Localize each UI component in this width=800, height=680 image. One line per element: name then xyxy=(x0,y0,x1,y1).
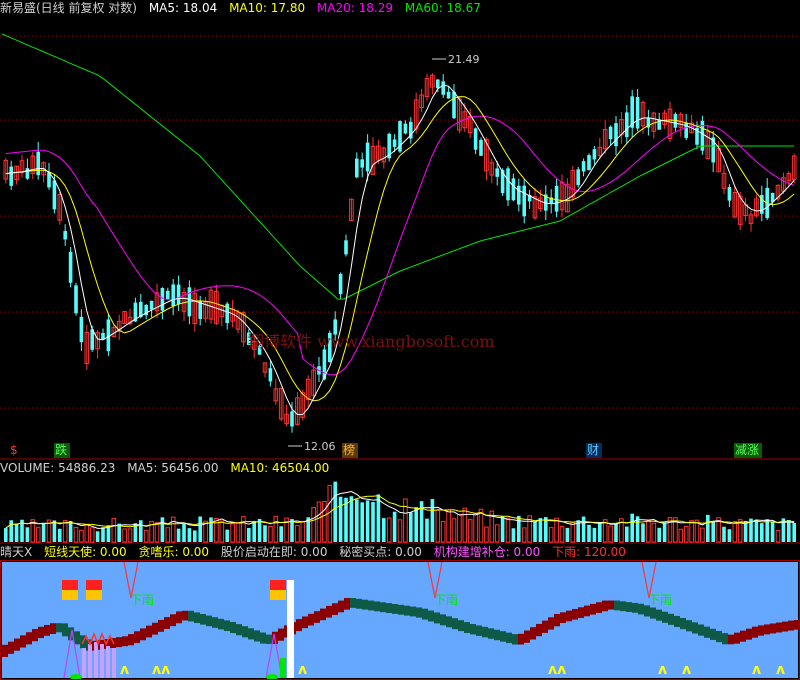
volume-ma5-line xyxy=(5,490,795,529)
up-mark-6: ʌ xyxy=(682,662,691,678)
rain-label-3: 下雨 xyxy=(648,593,672,607)
indicator-name[interactable]: 晴天X xyxy=(0,545,32,559)
watermark: 翔博软件 www.xiangbosoft.com xyxy=(248,332,495,351)
volume-chart[interactable] xyxy=(0,476,800,544)
indicator-header: 晴天X 短线天使: 0.00 贪嗜乐: 0.00 股价启动在即: 0.00 秘密… xyxy=(0,544,634,560)
volume-value: VOLUME: 54886.23 xyxy=(0,461,116,475)
indicator-rain: 下雨: 120.00 xyxy=(552,545,626,559)
rain-label-1: 下雨 xyxy=(130,593,154,607)
volume-ma10-value: MA10: 46504.00 xyxy=(230,461,330,475)
ma10-value: MA10: 17.80 xyxy=(229,1,306,15)
kline-header: 新易盛(日线 前复权 对数) MA5: 18.04 MA10: 17.80 MA… xyxy=(0,0,489,16)
up-mark-2: ʌʌ xyxy=(152,662,170,678)
up-mark-5: ʌ xyxy=(658,662,667,678)
rain-label-2: 下雨 xyxy=(434,593,458,607)
ma60-value: MA60: 18.67 xyxy=(404,1,481,15)
kline-chart[interactable]: 翔博软件 www.xiangbosoft.com 21.49 12.06 $ 跌… xyxy=(0,16,800,460)
signal-rank: 榜 xyxy=(343,442,355,457)
ma60-line xyxy=(1,33,794,300)
up-mark-7: ʌ xyxy=(752,662,761,678)
indicator-angel: 短线天使: 0.00 xyxy=(44,545,127,559)
signal-dollar: $ xyxy=(10,443,18,457)
signal-down: 跌 xyxy=(55,442,67,457)
indicator-greed: 贪嗜乐: 0.00 xyxy=(138,545,210,559)
high-price-label: 21.49 xyxy=(448,53,480,66)
stock-title[interactable]: 新易盛(日线 前复权 对数) xyxy=(0,1,137,15)
up-mark-8: ʌ xyxy=(776,662,785,678)
volume-ma5-value: MA5: 56456.00 xyxy=(127,461,219,475)
low-price-label: 12.06 xyxy=(304,440,336,453)
signal-money: 财 xyxy=(587,443,599,457)
signal-rise: 减涨 xyxy=(735,442,759,457)
up-mark-4: ʌʌ xyxy=(548,662,566,678)
up-mark-3: ʌ xyxy=(298,662,307,678)
indicator-build: 机构建增补仓: 0.00 xyxy=(433,545,541,559)
signal-labels: $ 跌 榜 财 减涨 xyxy=(10,442,762,458)
volume-header: VOLUME: 54886.23 MA5: 56456.00 MA10: 465… xyxy=(0,460,337,476)
up-mark-1: ʌ xyxy=(120,662,129,678)
ma20-value: MA20: 18.29 xyxy=(316,1,393,15)
indicator-chart[interactable]: 下雨 下雨 下雨 ʌ ʌʌ ʌ ʌʌ ʌ ʌ ʌ ʌ xyxy=(0,560,800,680)
indicator-launch: 股价启动在即: 0.00 xyxy=(220,545,328,559)
ma5-value: MA5: 18.04 xyxy=(148,1,218,15)
candlesticks xyxy=(3,73,797,433)
indicator-secret-buy: 秘密买点: 0.00 xyxy=(339,545,422,559)
white-bar xyxy=(287,580,294,678)
